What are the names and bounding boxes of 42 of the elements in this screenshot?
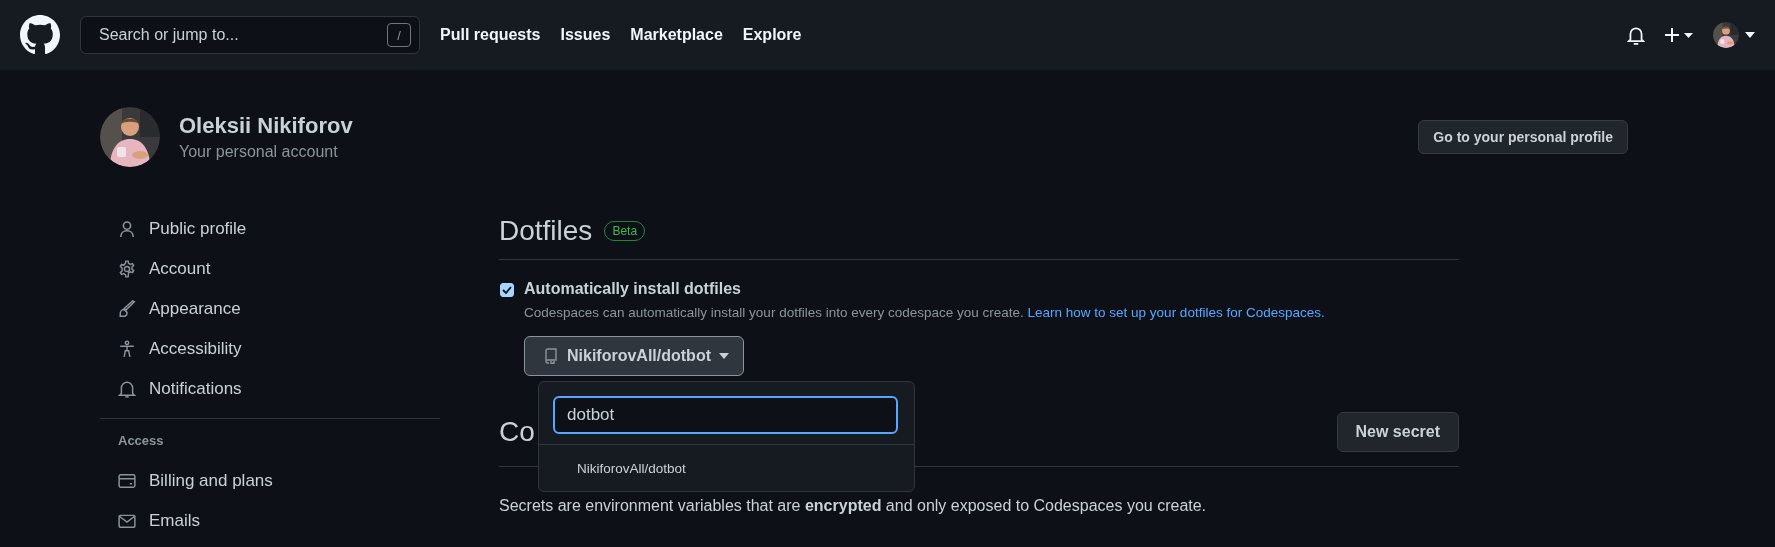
checkbox[interactable] bbox=[500, 283, 514, 297]
plus-dropdown-icon[interactable] bbox=[1663, 26, 1695, 44]
sidebar-item[interactable]: Emails bbox=[149, 511, 200, 531]
option-description: Codespaces can automatically install your dotfiles into every codespace you create. Learn how to set up your dotfiles for Codespaces. bbox=[524, 305, 1325, 320]
mail-icon bbox=[118, 512, 136, 530]
sidebar-item[interactable]: Appearance bbox=[149, 299, 241, 319]
search-input[interactable]: Search or jump to... bbox=[97, 25, 387, 45]
github-logo-icon[interactable] bbox=[20, 15, 60, 55]
sidebar-heading: Access bbox=[117, 433, 165, 450]
notifications-icon[interactable] bbox=[1627, 25, 1645, 45]
nav-link[interactable]: Explore bbox=[742, 26, 802, 44]
new-secret-button[interactable]: New secret bbox=[1336, 412, 1459, 452]
menu-item[interactable]: NikiforovAll/dotbot bbox=[577, 460, 686, 476]
filter-field[interactable]: dotbot bbox=[553, 396, 898, 434]
profile-button[interactable]: Go to your personal profile bbox=[1418, 120, 1628, 154]
help-link[interactable]: Learn how to set up your dotfiles for Codespaces. bbox=[1027, 305, 1325, 320]
sidebar-item[interactable]: Notifications bbox=[149, 379, 242, 399]
search-field[interactable]: Search or jump to... / bbox=[80, 16, 420, 54]
gear-icon bbox=[118, 260, 136, 278]
sidebar-item[interactable]: Billing and plans bbox=[149, 471, 273, 491]
secrets-description: Secrets are environment variables that are encrypted and only exposed to Codespaces you create. bbox=[499, 497, 1208, 515]
nav-link[interactable]: Pull requests bbox=[440, 26, 541, 44]
repository-dropdown-button[interactable]: NikiforovAll/dotbot bbox=[524, 336, 744, 376]
sidebar-item[interactable]: Account bbox=[149, 259, 211, 279]
accessibility-icon bbox=[118, 340, 136, 358]
shortcut-key: / bbox=[387, 23, 411, 47]
nav-link[interactable]: Issues bbox=[560, 26, 611, 44]
sidebar-item[interactable]: Accessibility bbox=[149, 339, 242, 359]
account-name: Oleksii Nikiforov bbox=[179, 113, 353, 139]
section-title: Dotfiles bbox=[499, 215, 593, 247]
sidebar-item[interactable]: Public profile bbox=[149, 219, 247, 239]
section-title: Co bbox=[499, 416, 535, 448]
repository-icon bbox=[543, 348, 559, 364]
credit-card-icon bbox=[118, 472, 136, 490]
bell-icon bbox=[118, 380, 136, 398]
nav-link[interactable]: Marketplace bbox=[630, 26, 723, 44]
person-icon bbox=[118, 220, 136, 238]
caret-icon[interactable] bbox=[1745, 32, 1755, 38]
brush-icon bbox=[118, 300, 136, 318]
checkbox-label: Automatically install dotfiles bbox=[524, 280, 742, 298]
caret-icon bbox=[719, 353, 729, 359]
account-subtitle: Your personal account bbox=[179, 143, 339, 161]
